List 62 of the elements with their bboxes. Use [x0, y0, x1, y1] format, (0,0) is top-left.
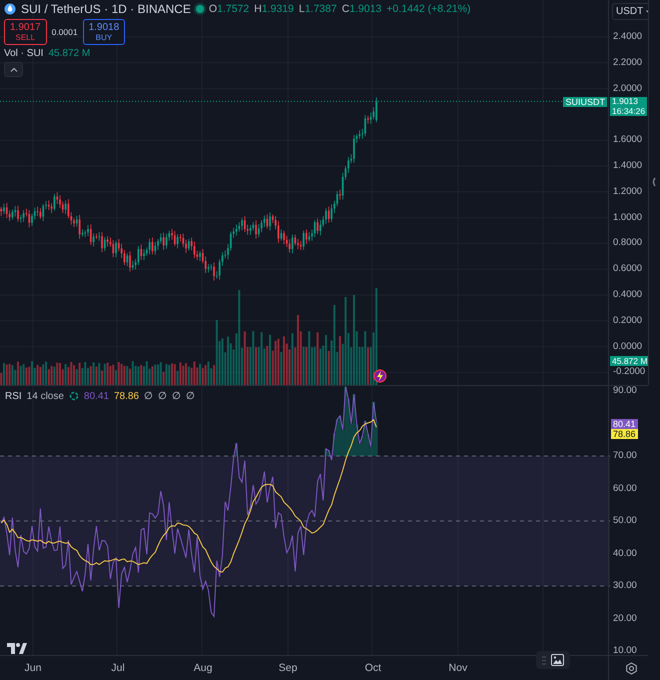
- empty-value: ∅: [172, 390, 181, 402]
- rsi-label: RSI: [5, 390, 22, 402]
- volume-label: Vol · SUI: [4, 48, 44, 59]
- price-tick: 0.6000: [613, 264, 642, 274]
- volume-value: 45.872 M: [48, 48, 90, 59]
- time-label: Aug: [194, 662, 212, 674]
- rsi-value-badge: 80.41: [611, 419, 638, 430]
- sell-button[interactable]: 1.9017 SELL: [4, 19, 47, 45]
- price-tick: 1.4000: [613, 161, 642, 171]
- price-tick: 1.0000: [613, 212, 642, 223]
- rsi-average-value: 78.86: [114, 390, 139, 402]
- price-tick: 0.8000: [613, 238, 642, 248]
- lightning-icon[interactable]: [373, 369, 387, 383]
- empty-value: ∅: [158, 390, 167, 402]
- price-change: +0.1442 (+8.21%): [386, 3, 471, 15]
- time-label: Nov: [448, 662, 468, 674]
- time-label: Sep: [278, 662, 298, 674]
- rsi-tick: 40.00: [613, 548, 637, 558]
- rsi-value: 80.41: [84, 390, 109, 402]
- logo-icon: [7, 643, 27, 654]
- ohlc-value: O1.7572: [208, 3, 250, 15]
- price-tick: 1.6000: [613, 135, 642, 146]
- buy-button[interactable]: 1.9018 BUY: [82, 19, 126, 45]
- chevron-up-icon: [10, 67, 18, 72]
- last-price-badge: 1.9013 16:34:26: [610, 97, 648, 116]
- symbol-badge: SUIUSDT: [563, 97, 607, 107]
- price-tick: 0.2000: [613, 316, 642, 326]
- price-tick: -0.2000: [613, 367, 646, 378]
- ohlc-value: H1.9319: [254, 3, 294, 15]
- empty-value: ∅: [144, 390, 153, 402]
- circle-icon: [68, 391, 79, 401]
- rsi-tick: 60.00: [613, 484, 637, 494]
- volume-badge: 45.872 M: [610, 356, 648, 366]
- spread-value: 0.0001: [52, 27, 78, 37]
- collapse-button[interactable]: [4, 62, 23, 77]
- price-tick: 2.2000: [613, 58, 642, 68]
- symbol-title[interactable]: SUI / TetherUS · 1D · BINANCE: [21, 2, 191, 16]
- rsi-tick: 10.00: [613, 646, 637, 656]
- screenshot-button[interactable]: [536, 651, 570, 669]
- time-label: Oct: [364, 662, 382, 674]
- price-tick: 2.0000: [613, 84, 642, 94]
- rsi-tick: 70.00: [613, 451, 637, 461]
- rsi-tick: 20.00: [613, 614, 637, 624]
- settings-icon[interactable]: [625, 662, 638, 675]
- price-tick: 0.4000: [613, 290, 642, 300]
- time-label: Jun: [24, 662, 42, 674]
- price-tick: 2.4000: [613, 32, 642, 42]
- price-tick: 0.0000: [613, 342, 642, 352]
- rsi-params: 14 close: [26, 390, 64, 402]
- ohlc-value: C1.9013: [342, 3, 382, 15]
- rsi-tick: 30.00: [613, 581, 637, 591]
- ohlc-value: L1.7387: [298, 3, 337, 15]
- empty-value: ∅: [186, 390, 195, 402]
- coin-icon: [4, 3, 16, 15]
- scroll-handle[interactable]: [651, 177, 656, 187]
- rsi-average-badge: 78.86: [611, 429, 638, 440]
- currency-dropdown[interactable]: USDT: [612, 3, 648, 20]
- time-label: Jul: [111, 662, 125, 674]
- image-icon: [551, 654, 564, 666]
- price-tick: 1.2000: [613, 186, 642, 197]
- rsi-tick: 90.00: [613, 386, 637, 396]
- rsi-tick: 50.00: [613, 516, 637, 526]
